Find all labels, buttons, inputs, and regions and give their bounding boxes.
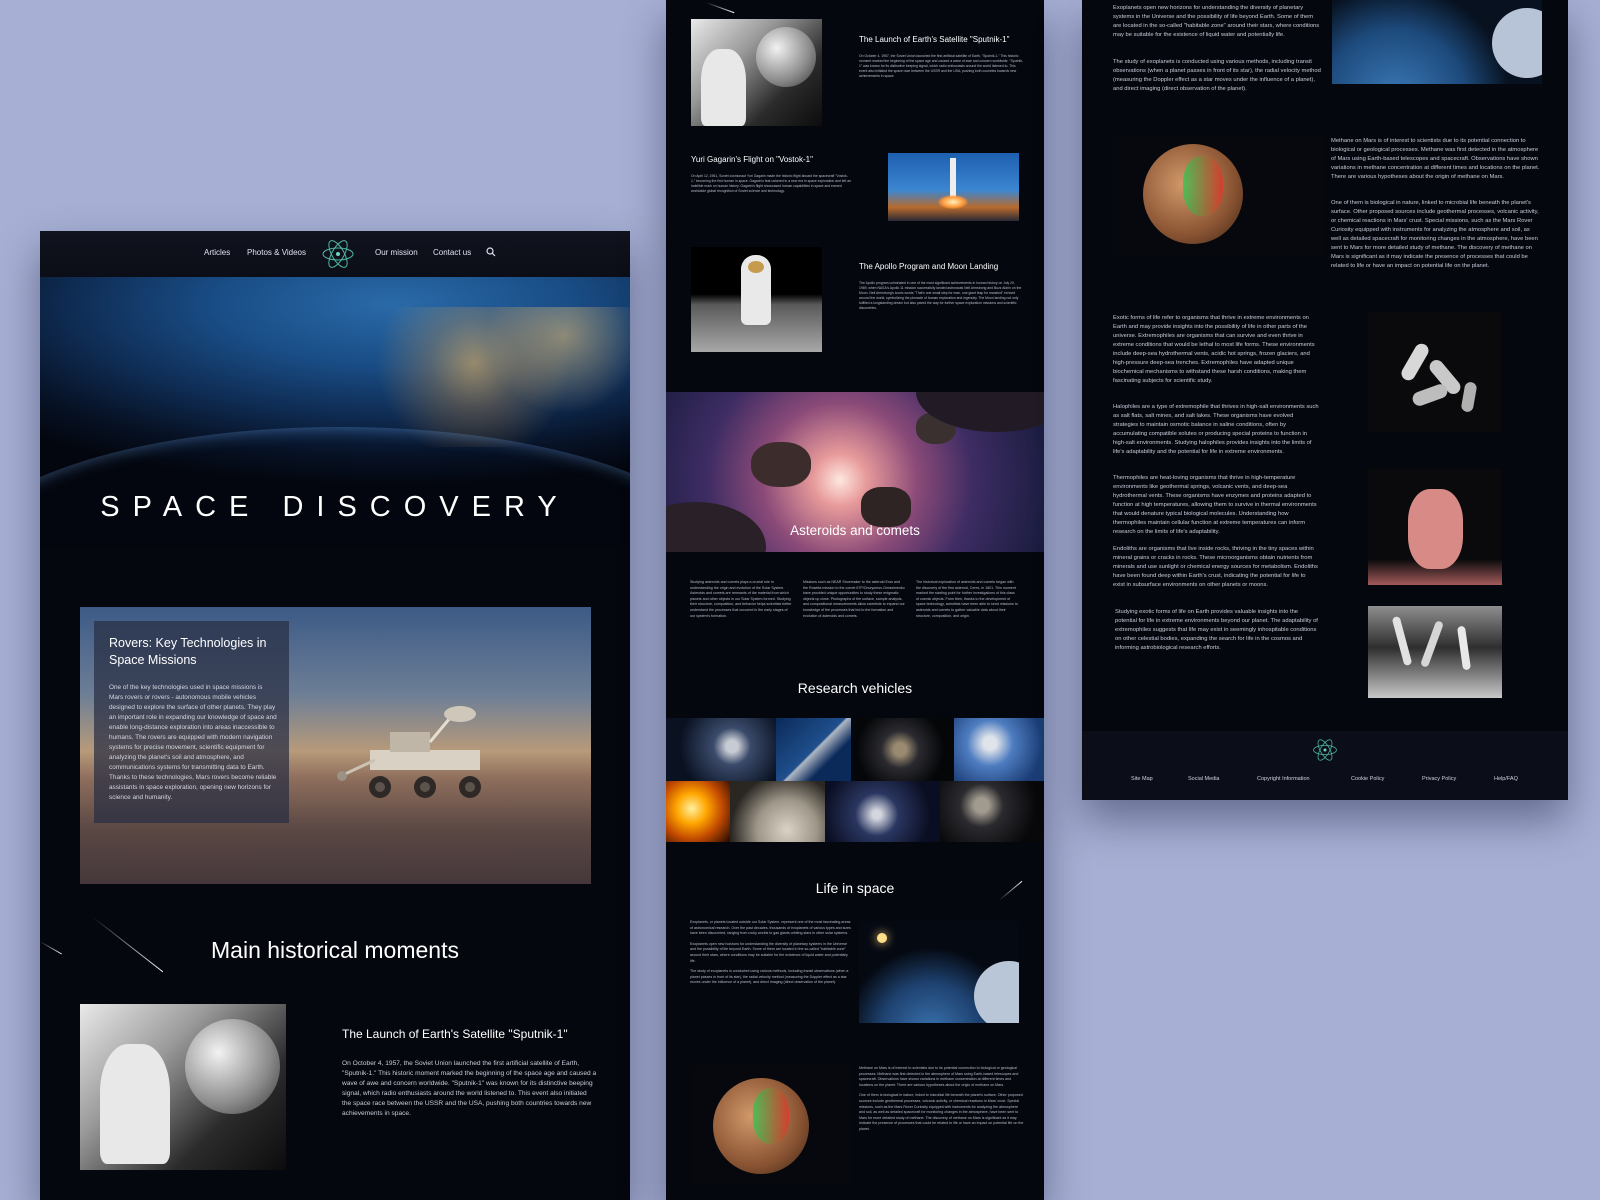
vehicle-photo[interactable] — [666, 781, 730, 842]
search-icon[interactable] — [486, 247, 496, 257]
mars-rover-image — [337, 706, 481, 798]
life-page-preview: Exoplanets open new horizons for underst… — [1082, 0, 1568, 800]
exoplanets-image — [859, 921, 1019, 1023]
asteroids-title: Asteroids and comets — [790, 523, 920, 538]
life-text-2: Exoplanets open new horizons for underst… — [690, 941, 848, 963]
bacteria-photo — [1368, 312, 1502, 432]
footer-privacy-policy[interactable]: Privacy Policy — [1422, 776, 1456, 782]
thermophile-photo — [1368, 469, 1502, 585]
methane-text-1: Methane on Mars is of interest to scient… — [1331, 138, 1540, 180]
endolith-photo — [1368, 606, 1502, 698]
atom-logo-icon[interactable] — [321, 237, 355, 271]
extremophile-text-1: Exotic forms of life refer to organisms … — [1113, 315, 1315, 384]
nav-photos-videos[interactable]: Photos & Videos — [247, 248, 306, 257]
meteor-streak — [705, 2, 735, 14]
hero-title: SPACE DISCOVERY — [100, 491, 570, 523]
vehicle-photo[interactable] — [666, 718, 776, 781]
nav-our-mission[interactable]: Our mission — [375, 248, 418, 257]
homepage-preview: Articles Photos & Videos Our mission Con… — [40, 231, 630, 1200]
asteroid-col-2: Missions such as NEAR Shoemaker to the a… — [803, 580, 905, 618]
vehicle-photo[interactable] — [856, 718, 954, 781]
asteroid-col-1: Studying asteroids and comets plays a cr… — [690, 580, 792, 618]
mars-methane-image — [1113, 136, 1323, 256]
vehicles-title: Research vehicles — [797, 680, 913, 696]
atom-logo-icon[interactable] — [1312, 737, 1338, 763]
rover-text: One of the key technologies used in spac… — [109, 684, 277, 801]
footer-social-media[interactable]: Social Media — [1188, 776, 1220, 782]
vehicle-photo[interactable] — [730, 781, 825, 842]
history-page-preview: The Launch of Earth's Satellite "Sputnik… — [666, 0, 1044, 1200]
astronaut-moon-photo — [691, 247, 822, 352]
rover-title: Rovers: Key Technologies in Space Missio… — [109, 636, 267, 667]
vostok-launch-photo — [888, 153, 1019, 221]
footer-site-map[interactable]: Site Map — [1131, 776, 1153, 782]
methane-text-2: One of them is biological in nature, lin… — [1331, 200, 1539, 269]
life-text-block: Exoplanets, or planets located outside o… — [690, 920, 852, 986]
life-text-3: The study of exoplanets is conducted usi… — [690, 969, 849, 985]
extremophile-text-5: Studying exotic forms of life on Earth p… — [1115, 609, 1318, 651]
extremophile-text-3: Thermophiles are heat-loving organisms t… — [1113, 475, 1317, 535]
extremophile-text-2: Halophiles are a type of extremophile th… — [1113, 404, 1319, 455]
apollo-text-block: The Apollo Program and Moon Landing The … — [859, 262, 1024, 311]
life-title: Life in space — [815, 880, 895, 896]
methane-text-1: Methane on Mars is of interest to scient… — [859, 1066, 1019, 1087]
apollo-text: The Apollo program culminated in one of … — [859, 281, 1022, 310]
sputnik-title: The Launch of Earth's Satellite "Sputnik… — [859, 35, 1010, 44]
exoplanets-image — [1332, 0, 1542, 84]
gagarin-title: Yuri Gagarin's Flight on "Vostok-1" — [691, 155, 813, 164]
gagarin-text: On April 12, 1961, Soviet cosmonaut Yuri… — [691, 174, 851, 193]
asteroid-col-3: The historical exploration of asteroids … — [916, 580, 1018, 618]
sputnik-photo — [80, 1004, 286, 1170]
asteroids-banner: Asteroids and comets — [666, 392, 1044, 552]
sputnik-text-block: The Launch of Earth's Satellite "Sputnik… — [859, 35, 1024, 79]
sputnik-title: The Launch of Earth's Satellite "Sputnik… — [342, 1027, 568, 1041]
life-text-1: Exoplanets, or planets located outside o… — [690, 920, 851, 936]
sputnik-text: On October 4, 1957, the Soviet Union lau… — [859, 54, 1024, 78]
rover-feature-card[interactable]: Rovers: Key Technologies in Space Missio… — [80, 607, 591, 884]
vehicles-gallery — [666, 718, 1044, 842]
sputnik-photo — [691, 19, 822, 126]
gagarin-text-block: Yuri Gagarin's Flight on "Vostok-1" On A… — [691, 155, 851, 194]
exoplanet-text-2: The study of exoplanets is conducted usi… — [1113, 59, 1321, 92]
moments-title: Main historical moments — [211, 937, 459, 963]
nav-articles[interactable]: Articles — [204, 248, 230, 257]
footer-cookie-policy[interactable]: Cookie Policy — [1351, 776, 1384, 782]
vehicle-photo[interactable] — [825, 781, 940, 842]
rover-text-box: Rovers: Key Technologies in Space Missio… — [94, 621, 289, 823]
apollo-title: The Apollo Program and Moon Landing — [859, 262, 999, 271]
extremophile-text-4: Endoliths are organisms that live inside… — [1113, 546, 1318, 588]
sputnik-text-block: The Launch of Earth's Satellite "Sputnik… — [342, 1026, 597, 1119]
mars-methane-image — [691, 1066, 851, 1185]
city-lights — [370, 307, 630, 447]
vehicle-photo[interactable] — [954, 718, 1044, 781]
methane-text-block: Methane on Mars is of interest to scient… — [859, 1066, 1024, 1133]
footer-copyright[interactable]: Copyright Information — [1257, 776, 1310, 782]
top-nav: Articles Photos & Videos Our mission Con… — [40, 231, 630, 277]
sputnik-text: On October 4, 1957, the Soviet Union lau… — [342, 1060, 597, 1117]
exoplanet-text-1: Exoplanets open new horizons for underst… — [1113, 5, 1320, 38]
vehicle-photo[interactable] — [940, 781, 1044, 842]
nav-contact-us[interactable]: Contact us — [433, 248, 471, 257]
hero-earth-image: SPACE DISCOVERY — [40, 277, 630, 547]
methane-text-2: One of them is biological in nature, lin… — [859, 1093, 1024, 1131]
vehicle-photo[interactable] — [776, 718, 851, 781]
footer-help-faq[interactable]: Help/FAQ — [1494, 776, 1518, 782]
site-footer: Site Map Social Media Copyright Informat… — [1082, 731, 1568, 800]
